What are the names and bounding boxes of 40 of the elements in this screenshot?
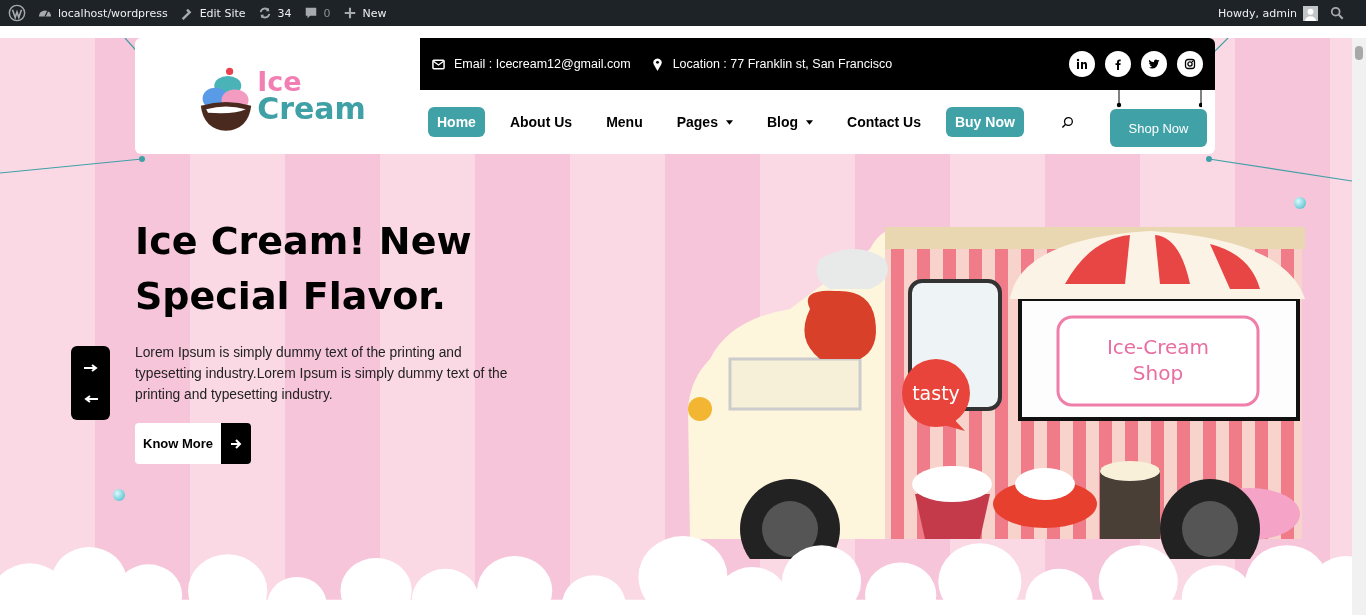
nav-link[interactable]: Contact Us xyxy=(838,107,930,137)
bubble-text: tasty xyxy=(912,382,960,404)
admin-bar-link[interactable]: 34 xyxy=(257,6,292,20)
nav-link[interactable]: Blog xyxy=(757,107,823,137)
map-pin-icon xyxy=(650,57,664,71)
scrollbar[interactable] xyxy=(1352,38,1366,615)
instagram-icon[interactable] xyxy=(1177,51,1203,77)
refresh-icon xyxy=(257,6,272,20)
hero-text: Lorem Ipsum is simply dummy text of the printing and typesetting industry.Lorem Ipsum is simply dummy text of the printing and typesetting industry. xyxy=(135,344,509,404)
nav-link[interactable]: Pages xyxy=(667,107,742,137)
nav-link[interactable]: About Us xyxy=(500,107,582,137)
linkedin-icon[interactable] xyxy=(1069,51,1095,77)
bubble-dot xyxy=(1294,197,1306,209)
know-more-button[interactable]: Know More xyxy=(135,423,252,464)
envelope-icon xyxy=(432,57,445,71)
admin-bar-link[interactable]: 0 xyxy=(303,6,331,20)
admin-bar-link[interactable]: localhost/wordpress xyxy=(38,6,168,20)
account-link[interactable]: Howdy, admin xyxy=(1218,6,1297,20)
sign-text: Ice-Cream Shop xyxy=(1106,335,1210,385)
wordpress-logo-icon[interactable] xyxy=(8,4,26,22)
previous-arrow-icon[interactable] xyxy=(83,393,98,404)
contact-text: Location : 77 Franklin st, San Francisco xyxy=(672,57,893,71)
arrow-right-icon xyxy=(230,437,243,450)
admin-bar-link[interactable]: Edit Site xyxy=(179,6,246,20)
facebook-icon[interactable] xyxy=(1105,51,1131,77)
bubble-dot xyxy=(113,489,125,501)
logo-text: Ice xyxy=(257,68,303,95)
logo-text: Cream xyxy=(257,94,366,124)
speech-bubble-icon xyxy=(303,6,318,20)
next-arrow-icon[interactable] xyxy=(83,362,98,373)
search-icon[interactable] xyxy=(1061,115,1074,129)
contact-text: Email : Icecream12@gmail.com xyxy=(454,57,631,71)
twitter-icon[interactable] xyxy=(1141,51,1167,77)
avatar-icon xyxy=(1303,5,1318,21)
plus-icon xyxy=(342,6,357,20)
hero-title: Ice Cream! New Special Flavor. xyxy=(135,218,473,320)
search-icon[interactable] xyxy=(1330,6,1344,20)
nav-link[interactable]: Menu xyxy=(597,107,652,137)
admin-bar-link[interactable]: New xyxy=(342,6,387,20)
brush-icon xyxy=(179,6,194,20)
